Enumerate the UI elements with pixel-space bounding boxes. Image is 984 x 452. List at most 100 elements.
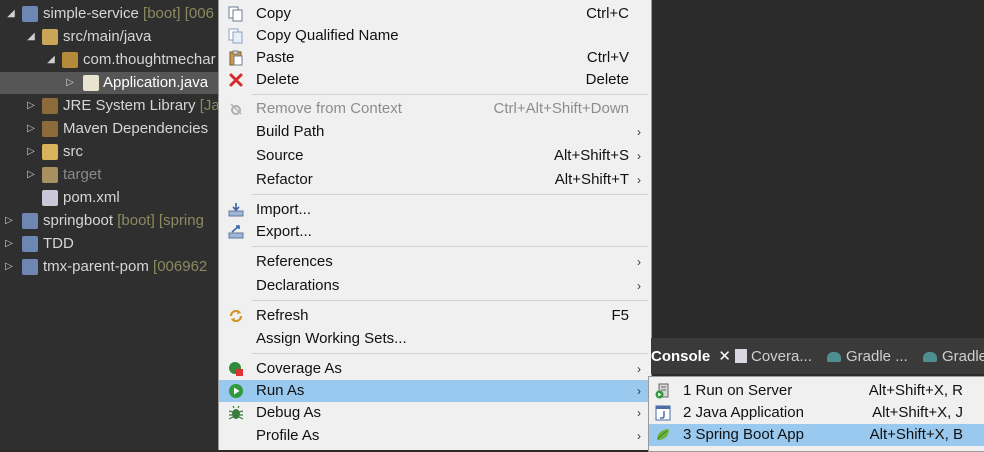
folder-icon [42,144,58,160]
close-icon[interactable]: ✕ [718,348,731,365]
tree-item-jre-library[interactable]: ▷ JRE System Library [Jav [0,95,227,117]
tree-item-maven-dependencies[interactable]: ▷ Maven Dependencies [0,118,220,140]
submenu-item-spring-boot-app[interactable]: 3 Spring Boot App Alt+Shift+X, B [649,424,984,446]
menu-item-label: Profile As [256,427,320,444]
collapsed-twisty-icon[interactable]: ▷ [65,72,75,94]
menu-item-label: Run As [256,382,305,399]
submenu-arrow-icon: › [637,173,641,187]
project-decoration: [006962 [153,258,208,275]
submenu-item-shortcut: Alt+Shift+X, J [872,404,963,421]
tree-item-pom-xml[interactable]: pom.xml [0,187,220,209]
menu-separator [252,300,648,301]
console-tab-strip: Console ✕ Covera... Gradle ... Gradle [651,338,984,374]
collapsed-twisty-icon[interactable]: ▷ [26,95,36,117]
menu-item-copy-qualified-name[interactable]: Copy Qualified Name [219,25,651,47]
collapsed-twisty-icon[interactable]: ▷ [26,118,36,140]
menu-item-label: Delete [256,71,300,88]
menu-item-refactor[interactable]: Refactor Alt+Shift+T › [219,169,651,191]
menu-item-shortcut: Alt+Shift+T [554,171,629,188]
project-icon [22,259,38,275]
submenu-item-java-application[interactable]: 2 Java Application Alt+Shift+X, J [649,402,984,424]
menu-item-build-path[interactable]: Build Path › [219,121,651,143]
tree-item-label: springboot [43,212,114,229]
menu-item-source[interactable]: Source Alt+Shift+S › [219,145,651,167]
tab-label: Covera... [751,348,812,365]
menu-item-import[interactable]: Import... [219,199,651,221]
menu-item-delete[interactable]: Delete Delete [219,69,651,91]
tree-item-tmx-parent-pom[interactable]: ▷ tmx-parent-pom [006962 [0,256,220,278]
tree-item-tdd[interactable]: ▷ TDD [0,233,220,255]
tree-item-application-java[interactable]: ▷ Application.java [0,72,220,94]
tree-item-src[interactable]: ▷ src [0,141,220,163]
collapsed-twisty-icon[interactable]: ▷ [26,141,36,163]
menu-item-label: Source [256,147,304,164]
menu-item-references[interactable]: References › [219,251,651,273]
library-icon [42,121,58,137]
menu-item-shortcut: Ctrl+Alt+Shift+Down [493,100,629,117]
copy-icon [228,6,244,22]
library-icon [42,98,58,114]
submenu-arrow-icon: › [637,384,641,398]
menu-item-label: Assign Working Sets... [256,330,407,347]
project-icon [22,213,38,229]
collapsed-twisty-icon[interactable]: ▷ [4,233,14,255]
expanded-twisty-icon[interactable]: ◢ [26,26,36,48]
spring-boot-icon [655,427,671,443]
menu-item-label: Refactor [256,171,313,188]
menu-item-refresh[interactable]: Refresh F5 [219,305,651,327]
submenu-item-shortcut: Alt+Shift+X, R [868,382,963,399]
gradle-icon [923,352,937,362]
submenu-arrow-icon: › [637,255,641,269]
menu-item-export[interactable]: Export... [219,221,651,243]
menu-item-coverage-as[interactable]: Coverage As › [219,358,651,380]
tree-item-package[interactable]: ◢ com.thoughtmechar [0,49,220,71]
tree-item-simple-service[interactable]: ◢ simple-service [boot] [006 [0,3,220,25]
tree-item-label: simple-service [43,5,139,22]
tab-console[interactable]: Console ✕ [651,338,731,374]
project-decoration: [boot] [spring [117,212,204,229]
collapsed-twisty-icon[interactable]: ▷ [26,164,36,186]
expanded-twisty-icon[interactable]: ◢ [6,3,16,25]
folder-icon [42,167,58,183]
tree-item-label: com.thoughtmechar [83,51,216,68]
menu-item-label: References [256,253,333,270]
menu-item-run-as[interactable]: Run As › [219,380,651,402]
menu-item-label: Copy Qualified Name [256,27,399,44]
tree-item-label: Maven Dependencies [63,120,209,137]
collapsed-twisty-icon[interactable]: ▷ [4,256,14,278]
remove-context-icon [228,101,244,117]
menu-item-profile-as[interactable]: Profile As › [219,425,651,447]
tree-item-target[interactable]: ▷ target [0,164,220,186]
submenu-arrow-icon: › [637,362,641,376]
submenu-item-label: 1 Run on Server [683,382,793,399]
menu-item-assign-working-sets[interactable]: Assign Working Sets... [219,328,651,350]
menu-item-paste[interactable]: Paste Ctrl+V [219,47,651,69]
menu-item-declarations[interactable]: Declarations › [219,275,651,297]
menu-item-label: Refresh [256,307,309,324]
project-icon [22,236,38,252]
tree-item-label: TDD [43,235,74,252]
menu-item-label: Build Path [256,123,325,140]
coverage-icon [228,361,244,377]
submenu-item-label: 2 Java Application [683,404,804,421]
menu-item-label: Import... [256,201,312,218]
tree-item-src-main-java[interactable]: ◢ src/main/java [0,26,220,48]
expanded-twisty-icon[interactable]: ◢ [46,49,56,71]
server-run-icon [655,383,671,399]
menu-separator [252,94,648,95]
collapsed-twisty-icon[interactable]: ▷ [4,210,14,232]
tab-coverage[interactable]: Covera... [735,338,812,374]
submenu-item-run-on-server[interactable]: 1 Run on Server Alt+Shift+X, R [649,380,984,402]
menu-item-label: Declarations [256,277,340,294]
menu-separator [252,353,648,354]
tree-item-springboot[interactable]: ▷ springboot [boot] [spring [0,210,220,232]
tab-gradle-tasks[interactable]: Gradle [923,338,984,374]
xml-file-icon [42,190,58,206]
tab-gradle-executions[interactable]: Gradle ... [827,338,908,374]
tree-item-label: Application.java [103,74,209,91]
menu-item-copy[interactable]: Copy Ctrl+C [219,3,651,25]
package-icon [62,52,78,68]
menu-item-debug-as[interactable]: Debug As › [219,402,651,424]
tree-item-label: src [63,143,83,160]
tree-item-label: target [63,166,102,183]
